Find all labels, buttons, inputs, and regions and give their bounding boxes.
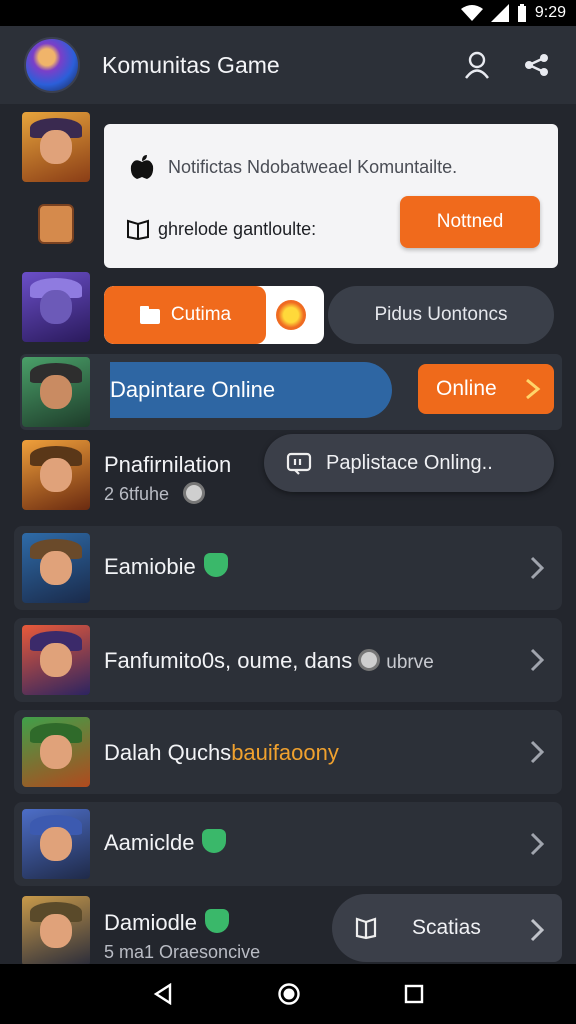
game-thumbnail	[22, 717, 90, 787]
row-title: Dalah Quchsbauifaoony	[104, 740, 339, 765]
game-thumbnail	[22, 625, 90, 695]
verified-shield-icon	[203, 553, 228, 578]
book-icon	[127, 219, 149, 240]
list-item[interactable]: Dalah Quchsbauifaoony	[14, 710, 562, 794]
playlist-button[interactable]: Paplistace Onling..	[264, 434, 554, 492]
verified-shield-icon	[204, 909, 229, 934]
wifi-icon	[460, 5, 483, 21]
row-title: Pnafirnilation	[104, 452, 232, 477]
playlist-icon	[286, 452, 312, 475]
home-icon[interactable]	[277, 982, 301, 1006]
chevron-right-icon	[530, 918, 544, 942]
chevron-right-icon	[530, 832, 544, 856]
game-thumbnail[interactable]	[22, 112, 90, 182]
game-thumbnail	[22, 357, 90, 427]
game-thumbnail[interactable]	[38, 204, 74, 244]
row-title: Aamiclde	[104, 829, 227, 856]
coin-icon	[183, 482, 206, 505]
share-icon[interactable]	[522, 50, 552, 80]
cutima-button[interactable]: Cutima	[104, 286, 324, 344]
scatias-button[interactable]: Scatias	[332, 894, 562, 962]
row-title: Eamiobie	[104, 553, 228, 580]
verified-shield-icon	[202, 829, 227, 854]
battery-icon	[517, 4, 526, 22]
online-row-title: Dapintare Online	[110, 362, 392, 418]
row-title: Fanfumito0s, oume, dans ubrve	[104, 648, 434, 673]
back-icon[interactable]	[152, 983, 174, 1005]
arrow-right-icon	[526, 378, 541, 400]
online-button-label: Online	[436, 377, 497, 400]
list-item[interactable]: Fanfumito0s, oume, dans ubrve	[14, 618, 562, 702]
playlist-label: Paplistace Onling..	[326, 451, 493, 474]
list-item[interactable]: Eamiobie	[14, 526, 562, 610]
recents-icon[interactable]	[404, 984, 424, 1004]
row-title: Damiodle	[104, 909, 229, 936]
game-thumbnail[interactable]	[22, 440, 90, 510]
online-button[interactable]: Online	[418, 364, 554, 414]
notification-card: Notifictas Ndobatweael Komuntailte. ghre…	[104, 124, 558, 268]
app-header: Komunitas Game	[0, 26, 576, 104]
notification-message: Notifictas Ndobatweael Komuntailte.	[168, 156, 458, 177]
coin-icon	[358, 649, 381, 672]
page-title: Komunitas Game	[102, 51, 280, 78]
row-subtitle: 2 6tfuhe	[104, 482, 211, 506]
cutima-label: Cutima	[170, 304, 232, 325]
apple-icon	[130, 155, 154, 179]
notification-detail: ghrelode gantloulte:	[158, 218, 317, 239]
signal-icon	[490, 4, 509, 22]
game-thumbnail	[22, 533, 90, 603]
user-icon[interactable]	[462, 50, 492, 80]
status-time: 9:29	[534, 4, 566, 21]
chevron-right-icon	[530, 648, 544, 672]
avatar[interactable]	[24, 37, 80, 93]
navigation-bar	[0, 964, 576, 1024]
chevron-right-icon	[530, 556, 544, 580]
folder-icon	[139, 306, 160, 324]
status-bar: 9:29	[0, 0, 576, 26]
scatias-label: Scatias	[412, 916, 481, 939]
notification-action-button[interactable]: Nottned	[400, 196, 540, 248]
pidus-button[interactable]: Pidus Uontoncs	[328, 286, 554, 344]
list-item[interactable]: Aamiclde	[14, 802, 562, 886]
community-list: Notifictas Ndobatweael Komuntailte. ghre…	[0, 104, 576, 964]
row-subtitle: 5 ma1 Oraesoncive	[104, 942, 261, 962]
game-thumbnail[interactable]	[22, 272, 90, 342]
game-thumbnail	[22, 809, 90, 879]
fire-badge-icon	[276, 300, 306, 330]
bookmark-icon	[355, 917, 377, 940]
chevron-right-icon	[530, 740, 544, 764]
online-row[interactable]: Dapintare Online Online	[20, 354, 562, 430]
game-thumbnail[interactable]	[22, 896, 90, 964]
